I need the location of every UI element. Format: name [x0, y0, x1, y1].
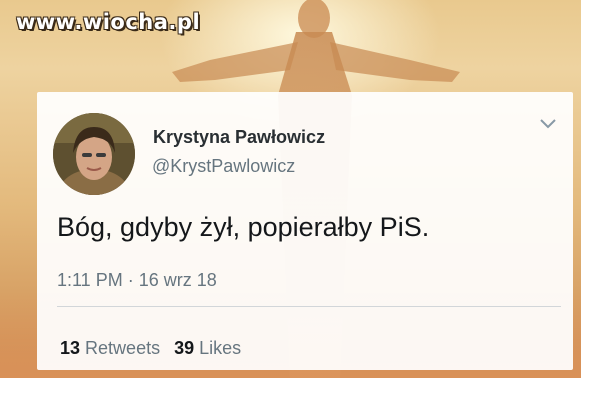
divider [57, 306, 561, 307]
retweets-stat[interactable]: 13 Retweets [60, 338, 160, 358]
likes-label: Likes [199, 338, 242, 358]
author-name[interactable]: Krystyna Pawłowicz [153, 127, 325, 148]
chevron-down-icon[interactable] [539, 118, 557, 130]
watermark: www.wiocha.pl [16, 10, 201, 34]
likes-count: 39 [174, 338, 195, 358]
avatar[interactable] [53, 113, 135, 195]
tweet-stats: 13 Retweets 39 Likes [60, 338, 241, 359]
tweet-card[interactable]: Krystyna Pawłowicz @KrystPawlowicz Bóg, … [37, 92, 573, 370]
separator: · [127, 270, 134, 290]
author-handle[interactable]: @KrystPawlowicz [152, 156, 295, 177]
tweet-timestamp[interactable]: 1:11 PM · 16 wrz 18 [57, 270, 217, 291]
retweets-label: Retweets [85, 338, 161, 358]
tweet-date: 16 wrz 18 [138, 270, 217, 290]
tweet-text: Bóg, gdyby żył, popierałby PiS. [57, 212, 430, 242]
tweet-time: 1:11 PM [57, 270, 123, 290]
retweets-count: 13 [60, 338, 81, 358]
likes-stat[interactable]: 39 Likes [174, 338, 241, 358]
